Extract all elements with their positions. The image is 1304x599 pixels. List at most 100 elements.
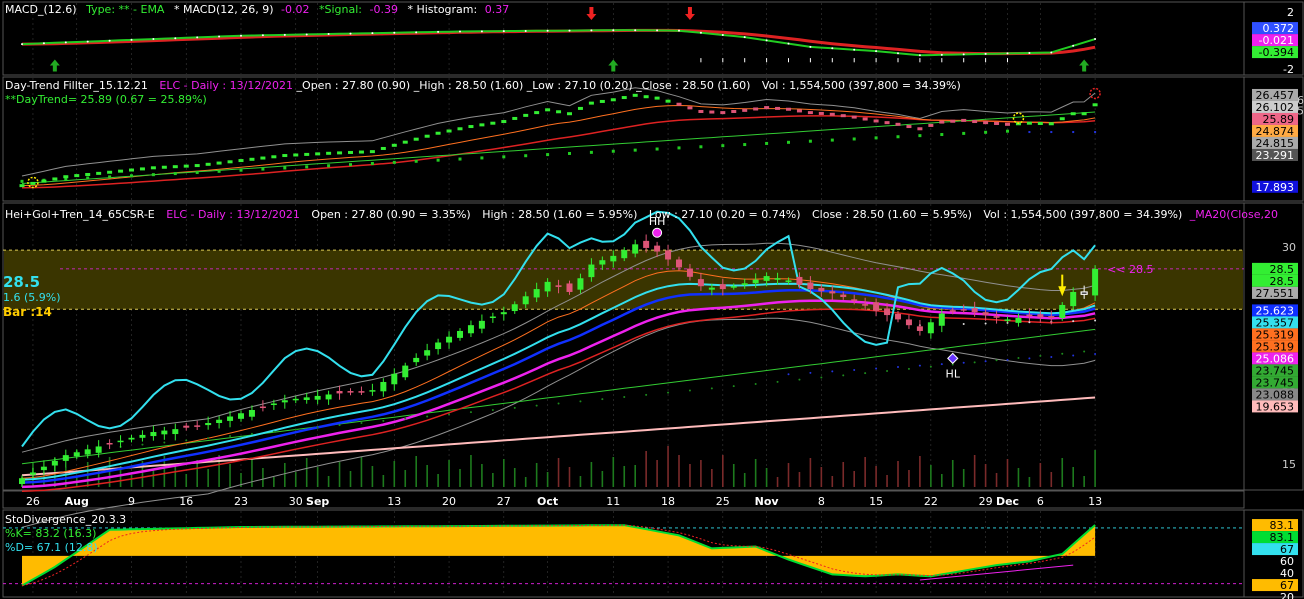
trend-green-dot (86, 176, 90, 180)
trend-candle (304, 152, 310, 156)
trend-green-dot (984, 130, 988, 134)
candle-body (172, 429, 179, 435)
candle-body (1080, 291, 1088, 295)
x-axis-label: 13 (387, 495, 401, 508)
price-close: Close : 28.50 (1.60 = 5.95%) (812, 208, 972, 221)
trend-green-dot (940, 133, 944, 137)
trend-candle (720, 111, 726, 115)
volume-bar (371, 466, 374, 487)
trend-candle (446, 129, 452, 133)
hist-value: 0.37 (485, 3, 510, 16)
macd-dot (327, 33, 330, 36)
macd-dot (875, 50, 878, 53)
trend-green-dot (173, 172, 177, 176)
macd-dot (1050, 51, 1053, 54)
trend-candle (74, 174, 80, 178)
candle-body (457, 330, 463, 338)
trend-green-dot (261, 167, 265, 171)
green-dot (426, 415, 429, 418)
volume-bar (886, 475, 888, 487)
green-dot (776, 380, 779, 383)
volume-bar (875, 466, 877, 487)
trend-candle (599, 99, 605, 103)
volume-bar (305, 458, 308, 487)
blue-dot (962, 361, 965, 364)
volume-bar (459, 469, 461, 487)
trend-candle (1070, 112, 1076, 116)
blue-dot (984, 360, 987, 363)
trend-candle (753, 107, 759, 111)
trend-green-dot (327, 164, 331, 168)
volume-bar (316, 467, 319, 487)
macd-dot (152, 38, 155, 41)
price-scale-badge-text: 27.551 (1256, 287, 1295, 300)
x-axis-label: 30 (289, 495, 303, 508)
x-axis-label: 23 (234, 495, 248, 508)
trend-candle (183, 164, 189, 168)
candle-body (774, 278, 781, 280)
macd-dot (174, 37, 177, 40)
price-open: Open : 27.80 (0.90 = 3.35%) (311, 208, 470, 221)
green-dot (623, 396, 626, 399)
green-dot (185, 439, 188, 442)
macd-dot (261, 34, 264, 37)
candle-body (807, 282, 814, 290)
macd-scale-badge-text: 2 (1287, 6, 1294, 19)
trend-header: Day-Trend Fillter_15.12.21 ELC - Daily :… (5, 79, 961, 92)
candle-body (949, 310, 956, 312)
candle-body (281, 400, 288, 403)
trend-green-dot (874, 136, 878, 140)
trend-candle (282, 154, 288, 158)
macd-dot (1072, 44, 1075, 47)
candle-body (588, 264, 595, 278)
green-dot (842, 374, 845, 377)
trend-candle (687, 106, 693, 110)
candle-body (358, 391, 365, 393)
trend-candle (895, 122, 901, 126)
stock-chart[interactable]: HHHL<< 28.5 30252015262520.372-0.021-0.3… (0, 0, 1304, 599)
blue-dot (831, 370, 834, 373)
volume-bar (579, 476, 582, 487)
trend-green-dot (611, 149, 615, 153)
macd-dot (897, 52, 899, 55)
trend-candle (884, 121, 890, 125)
candle-body (1059, 304, 1066, 318)
volume-bar (196, 460, 198, 487)
green-dot (929, 365, 932, 368)
macd-dot (305, 33, 308, 36)
volume-bar (437, 474, 439, 487)
trend-candle (150, 166, 156, 170)
x-axis-label: 6 (1037, 495, 1044, 508)
x-axis-label: Nov (755, 495, 780, 508)
trend-candle (1092, 103, 1098, 107)
candle-body (533, 289, 540, 298)
trend-candle (326, 151, 332, 155)
volume-bar (678, 455, 680, 487)
volume-bar (645, 451, 647, 487)
green-dot (667, 391, 670, 394)
trend-candle (972, 120, 978, 124)
candle-body (216, 419, 223, 423)
trend-candle (577, 106, 583, 110)
green-dot (820, 376, 823, 379)
volume-bar (787, 463, 790, 487)
price-volume: Vol : 1,554,500 (397,800 = 34.39%) (983, 208, 1182, 221)
white-dot (1072, 320, 1075, 323)
trend-candle (249, 157, 255, 161)
last-price: 28.5 (3, 273, 40, 291)
candle-body (489, 316, 496, 319)
x-axis-label: 8 (818, 495, 825, 508)
volume-bar (930, 465, 932, 487)
trend-candle (501, 120, 507, 124)
trend-green-dot (195, 170, 199, 174)
candle-body (259, 406, 266, 409)
volume-bar (1050, 472, 1053, 487)
macd-dot (64, 41, 67, 44)
volume-bar (382, 475, 385, 487)
candle-body (73, 452, 80, 457)
volume-bar (174, 465, 177, 487)
volume-bar (612, 457, 615, 487)
daytrend-label: **DayTrend= 25.89 (0.67 = 25.89%) (5, 93, 207, 106)
volume-bar (765, 468, 768, 487)
trend-blue-dot (1028, 131, 1031, 134)
